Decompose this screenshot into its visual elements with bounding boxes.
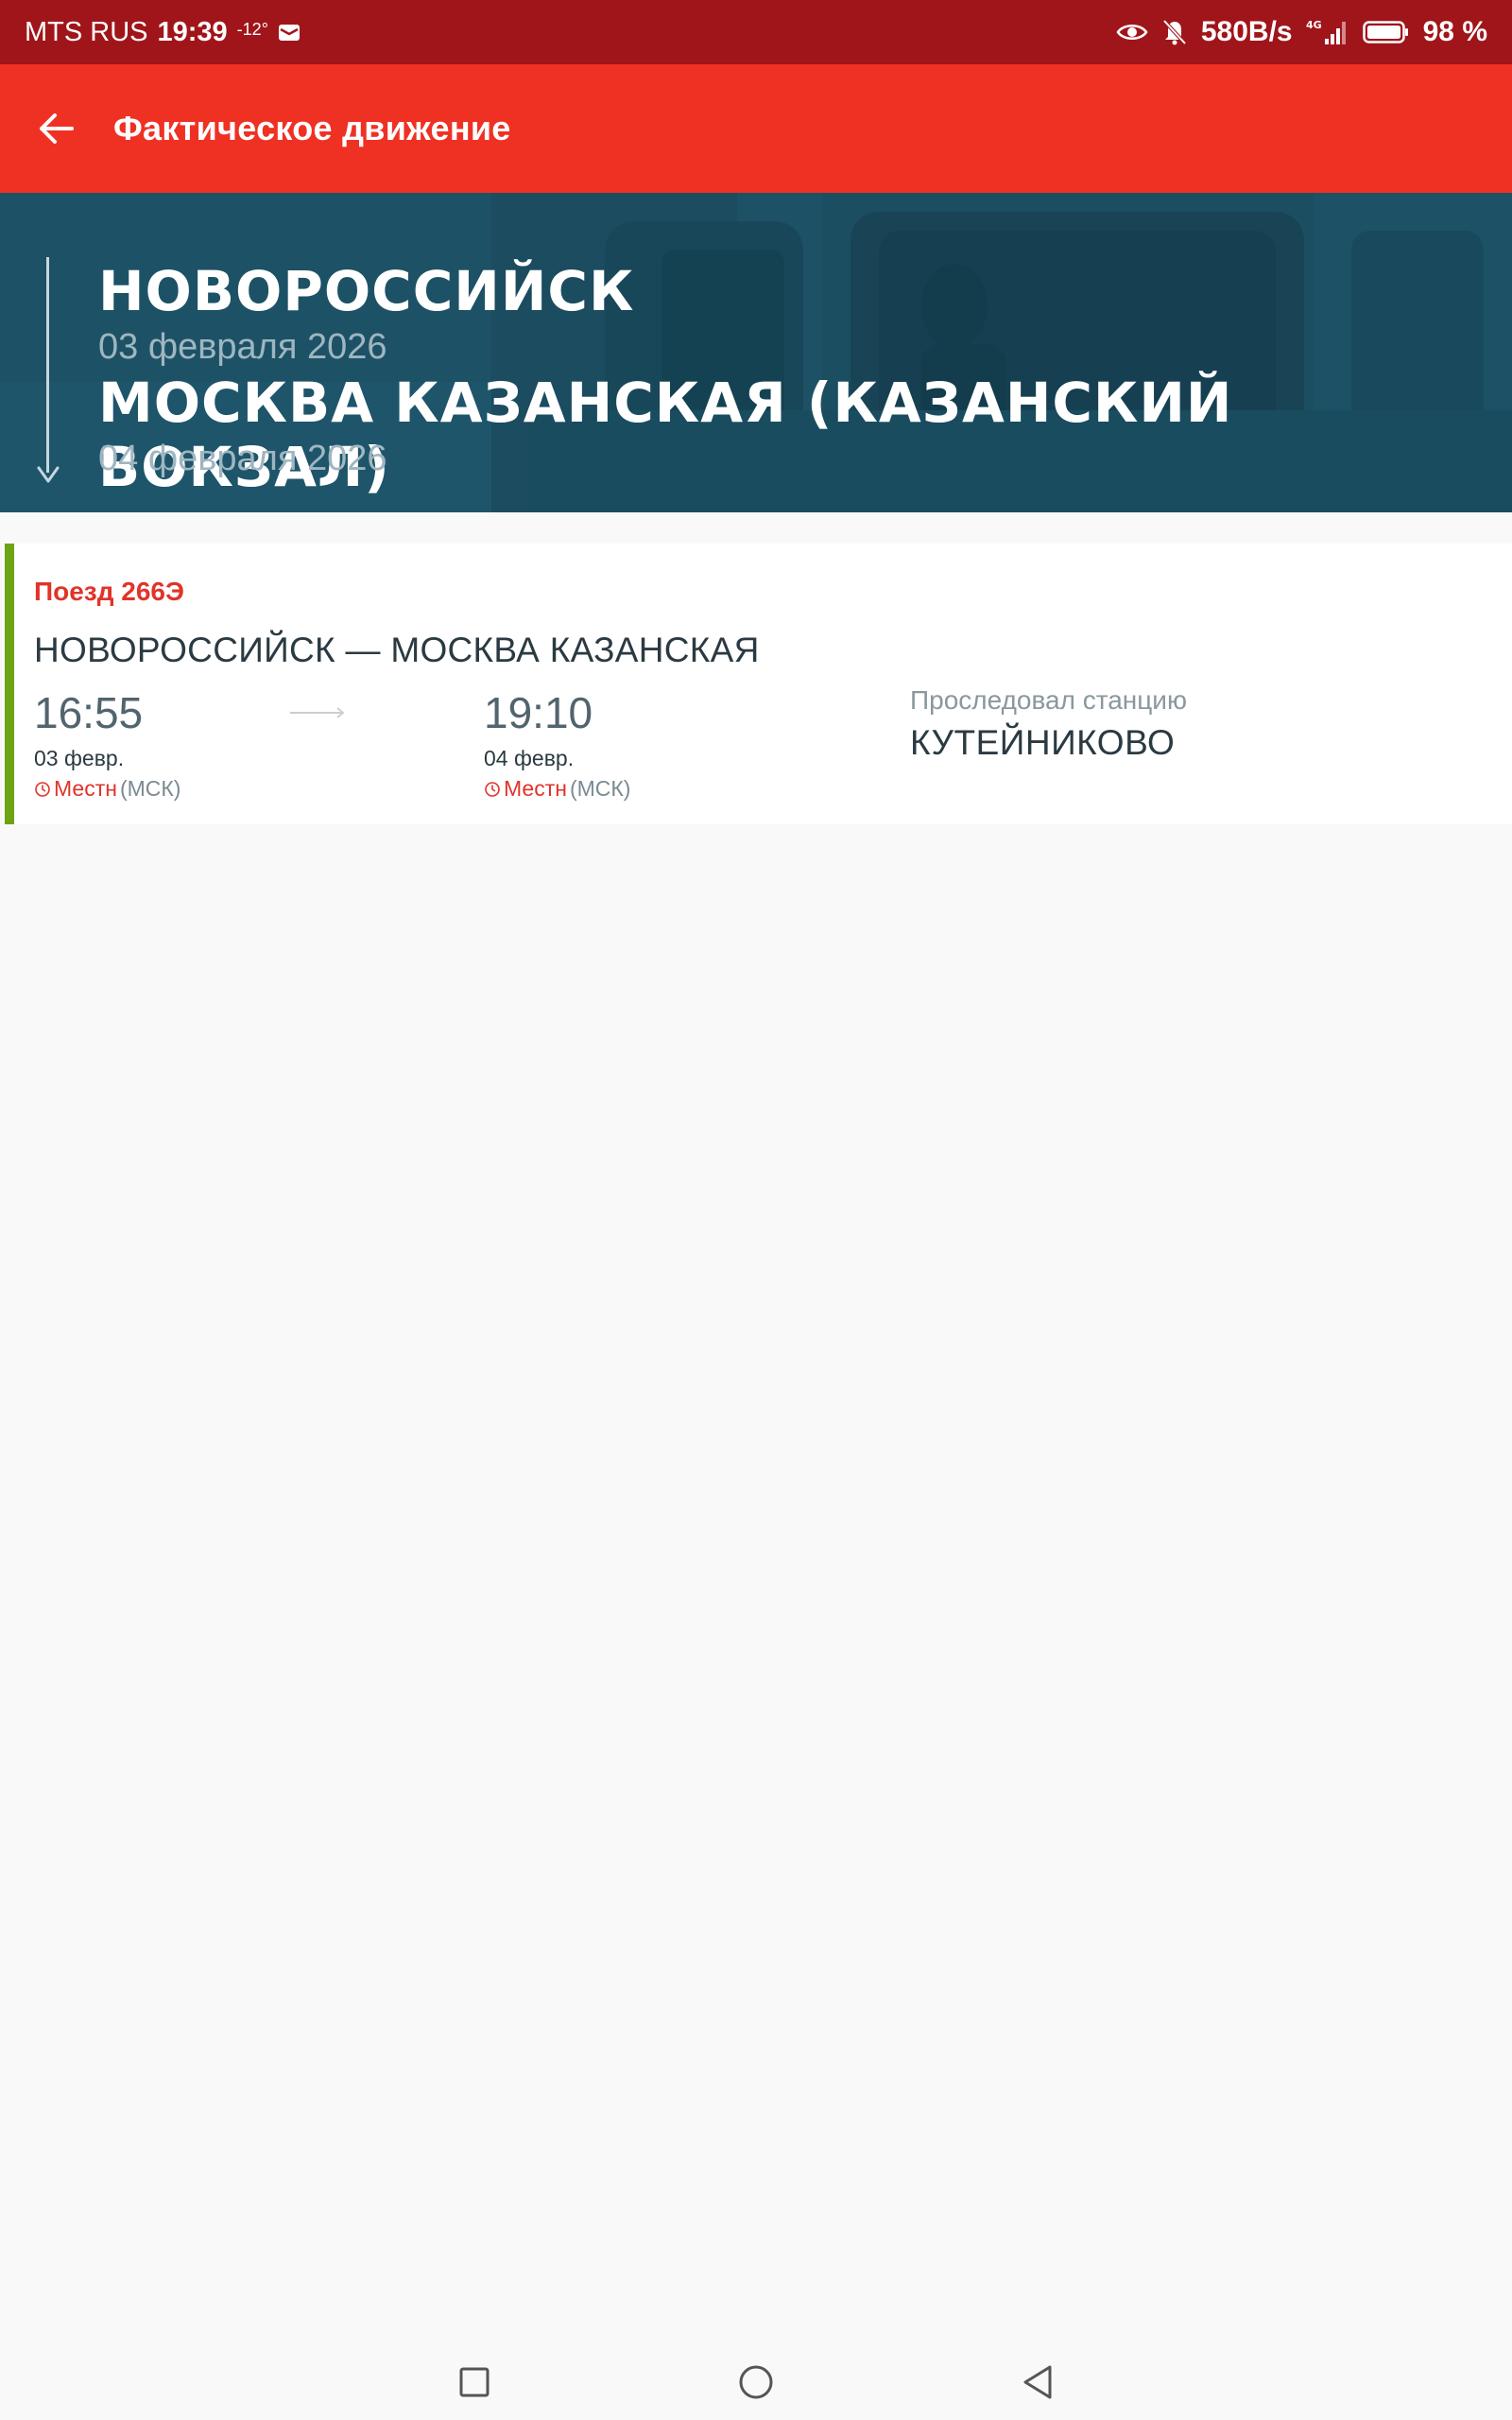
passed-station-label: Проследовал станцию [910, 685, 1187, 715]
bell-muted-icon [1161, 18, 1188, 46]
train-route: НОВОРОССИЙСК — МОСКВА КАЗАНСКАЯ [34, 631, 760, 669]
arrival-date: 04 февр. [484, 746, 575, 770]
home-button[interactable] [737, 2363, 775, 2401]
eye-icon [1116, 22, 1148, 43]
status-left: MTS RUS 19:39 -12° [25, 17, 301, 48]
route-header: НОВОРОССИЙСК 03 февраля 2026 МОСКВА КАЗА… [0, 193, 1512, 512]
message-icon [278, 22, 301, 43]
timezone-local: Местн [54, 776, 117, 801]
arrow-down-icon [37, 466, 60, 483]
clock: 19:39 [157, 16, 228, 47]
timezone-msk: (МСК) [569, 776, 631, 801]
circle-icon [739, 2365, 773, 2399]
arrow-right-icon [290, 707, 345, 718]
network-type-label: 4G [1306, 19, 1322, 31]
status-bar: MTS RUS 19:39 -12° 580B/s 4G 98 % [0, 0, 1512, 64]
square-icon [459, 2367, 490, 2397]
timezone-local: Местн [504, 776, 567, 801]
arrival-timezone: Местн (МСК) [484, 776, 630, 802]
page-title: Фактическое движение [113, 109, 511, 147]
triangle-back-icon [1023, 2365, 1052, 2399]
timezone-msk: (МСК) [119, 776, 181, 801]
clock-icon [485, 781, 500, 797]
battery-icon [1362, 20, 1410, 44]
app-bar: Фактическое движение [0, 64, 1512, 193]
train-card[interactable]: Поезд 266Э НОВОРОССИЙСК — МОСКВА КАЗАНСК… [5, 544, 1512, 824]
route-line [46, 257, 49, 473]
from-date: 03 февраля 2026 [98, 327, 387, 367]
back-nav-button[interactable] [1019, 2363, 1057, 2401]
clock-icon [35, 781, 50, 797]
temperature: -12° [236, 19, 268, 39]
departure-time: 16:55 [34, 688, 144, 737]
departure-timezone: Местн (МСК) [34, 776, 180, 802]
status-accent-bar [5, 544, 14, 824]
status-right: 580B/s 4G 98 % [1116, 16, 1487, 48]
signal-icon: 4G [1306, 18, 1349, 46]
from-station: НОВОРОССИЙСК [98, 259, 635, 323]
recents-button[interactable] [455, 2363, 493, 2401]
arrival-time: 19:10 [484, 688, 593, 737]
passed-station-name: КУТЕЙНИКОВО [910, 723, 1176, 762]
back-button[interactable] [0, 64, 113, 193]
carrier-name: MTS RUS [25, 16, 148, 47]
to-date: 04 февраля 2026 [98, 439, 387, 478]
battery-level: 98 % [1422, 16, 1487, 47]
train-number: Поезд 266Э [34, 577, 184, 606]
departure-date: 03 февр. [34, 746, 125, 770]
to-station: МОСКВА КАЗАНСКАЯ (КАЗАНСКИЙ ВОКЗАЛ) [98, 371, 1233, 499]
network-speed: 580B/s [1200, 16, 1293, 47]
arrow-back-icon [40, 113, 74, 144]
